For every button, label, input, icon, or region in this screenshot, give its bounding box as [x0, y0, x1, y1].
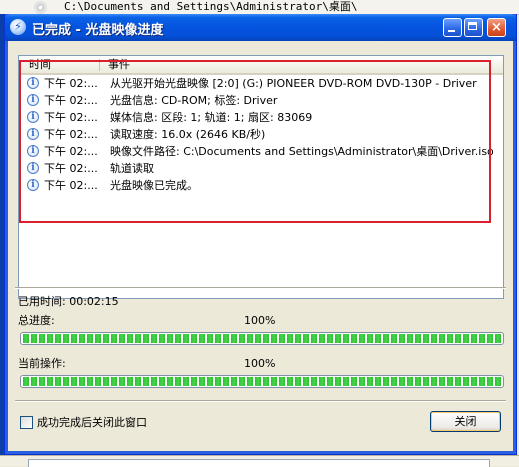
log-time: 下午 02:... [44, 77, 98, 90]
close-on-success-label[interactable]: 成功完成后关闭此窗口 [37, 416, 147, 430]
elapsed-time: 已用时间: 00:02:15 [18, 295, 119, 309]
log-row[interactable]: i 下午 02:... 从光驱开始光盘映像 [2:0] (G:) PIONEER D… [19, 75, 503, 92]
background-path-text: C:\Documents and Settings\Administrator\… [64, 0, 358, 13]
log-row[interactable]: i 下午 02:... 读取速度: 16.0x (2646 KB/秒) [19, 126, 503, 143]
info-icon: i [27, 111, 39, 123]
background-window-bottom [0, 455, 519, 467]
log-event: 光盘映像已完成。 [110, 179, 198, 192]
elapsed-label: 已用时间: [18, 295, 66, 308]
log-header: 时间 事件 [19, 56, 503, 75]
footer-divider [15, 400, 506, 402]
current-operation-progress-fill [23, 377, 501, 386]
total-progress-label: 总进度: [18, 314, 55, 327]
log-event: 光盘信息: CD-ROM; 标签: Driver [110, 94, 278, 107]
column-divider[interactable] [99, 59, 100, 71]
log-time: 下午 02:... [44, 128, 98, 141]
info-icon: i [27, 128, 39, 140]
current-operation-progress-bar [20, 375, 504, 388]
column-header-time[interactable]: 时间 [29, 58, 51, 72]
log-event: 媒体信息: 区段: 1; 轨道: 1; 扇区: 83069 [110, 111, 313, 124]
maximize-button[interactable] [464, 18, 483, 37]
log-time: 下午 02:... [44, 111, 98, 124]
elapsed-value: 00:02:15 [69, 295, 119, 308]
close-icon: × [491, 20, 502, 35]
close-on-success-checkbox[interactable] [20, 416, 33, 429]
info-icon: i [27, 94, 39, 106]
background-window-path-bar: C:\Documents and Settings\Administrator\… [0, 0, 519, 15]
current-operation-percent: 100% [244, 357, 276, 370]
close-button[interactable]: 关闭 [430, 411, 501, 432]
log-time: 下午 02:... [44, 94, 98, 107]
maximize-icon [468, 22, 477, 30]
log-row[interactable]: i 下午 02:... 媒体信息: 区段: 1; 轨道: 1; 扇区: 83069 [19, 109, 503, 126]
total-progress-percent: 100% [244, 314, 276, 327]
log-time: 下午 02:... [44, 145, 98, 158]
info-icon: i [27, 162, 39, 174]
log-row[interactable]: i 下午 02:... 光盘映像已完成。 [19, 177, 503, 194]
log-rows: i 下午 02:... 从光驱开始光盘映像 [2:0] (G:) PIONEER D… [19, 75, 503, 194]
title-bar[interactable]: ⚡ 已完成 - 光盘映像进度 × [5, 14, 516, 41]
app-lightning-icon: ⚡ [10, 19, 26, 35]
log-event: 映像文件路径: C:\Documents and Settings\Admini… [110, 145, 494, 158]
log-event: 轨道读取 [110, 162, 154, 175]
close-window-button[interactable]: × [487, 18, 506, 37]
minimize-button[interactable] [443, 18, 462, 37]
window-title: 已完成 - 光盘映像进度 [32, 23, 164, 38]
info-icon: i [27, 179, 39, 191]
column-header-event[interactable]: 事件 [108, 58, 130, 72]
log-row[interactable]: i 下午 02:... 光盘信息: CD-ROM; 标签: Driver [19, 92, 503, 109]
minimize-icon [448, 30, 455, 32]
log-event: 读取速度: 16.0x (2646 KB/秒) [110, 128, 266, 141]
total-progress-bar [20, 332, 504, 345]
log-row[interactable]: i 下午 02:... 映像文件路径: C:\Documents and Setti… [19, 143, 503, 160]
event-log-list[interactable]: 时间 事件 i 下午 02:... 从光驱开始光盘映像 [2:0] (G:) PIO… [18, 55, 504, 299]
log-time: 下午 02:... [44, 179, 98, 192]
current-operation-label: 当前操作: [18, 357, 66, 370]
total-progress-fill [23, 334, 501, 343]
info-icon: i [27, 145, 39, 157]
log-event: 从光驱开始光盘映像 [2:0] (G:) PIONEER DVD-ROM DVD… [110, 77, 477, 90]
cd-drive-icon [34, 1, 47, 14]
info-icon: i [27, 77, 39, 89]
image-progress-dialog: ⚡ 已完成 - 光盘映像进度 × 时间 事件 i 下午 02:... 从光驱开始光盘… [4, 14, 517, 455]
log-time: 下午 02:... [44, 162, 98, 175]
log-row[interactable]: i 下午 02:... 轨道读取 [19, 160, 503, 177]
section-divider [15, 287, 506, 289]
